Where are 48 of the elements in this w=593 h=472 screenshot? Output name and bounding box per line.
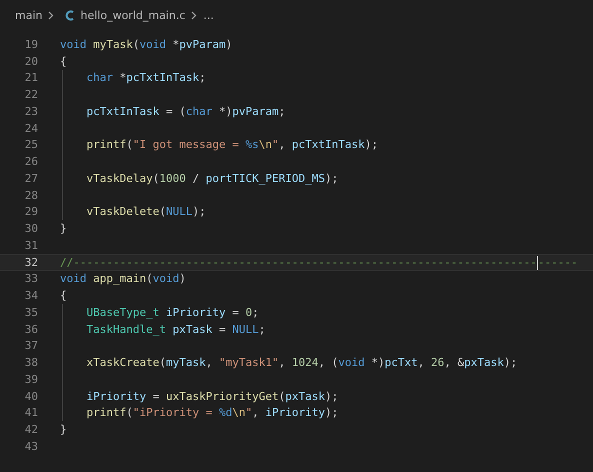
code-line: //---------------------------------------------------------------------------- xyxy=(60,254,578,270)
line-number: 31 xyxy=(24,238,38,253)
breadcrumb-folder[interactable]: main xyxy=(15,8,42,22)
breadcrumb-file[interactable]: hello_world_main.c xyxy=(80,8,186,22)
line-number: 42 xyxy=(24,422,38,438)
code-line: UBaseType_t iPriority = 0; xyxy=(86,304,259,320)
line-number: 30 xyxy=(24,221,38,236)
code-line: vTaskDelete(NULL); xyxy=(86,204,206,220)
line-number: 39 xyxy=(24,372,38,387)
code-line: TaskHandle_t pxTask = NULL; xyxy=(86,322,266,337)
line-number: 37 xyxy=(24,338,38,354)
code-line: void app_main(void) xyxy=(60,271,186,286)
code-line: { xyxy=(60,288,67,304)
line-number: 29 xyxy=(24,204,38,220)
code-line: printf("I got message = %s\n", pcTxtInTask); xyxy=(86,137,378,152)
code-line: xTaskCreate(myTask, "myTask1", 1024, (void *)pcTxt, 26, &pxTask); xyxy=(86,355,518,370)
line-number: 40 xyxy=(24,388,38,404)
code-line: printf("iPriority = %d\n", iPriority); xyxy=(86,405,338,420)
line-number: 33 xyxy=(24,271,38,286)
line-number: 35 xyxy=(24,304,38,320)
code-line: char *pcTxtInTask; xyxy=(86,70,206,86)
line-number: 36 xyxy=(24,322,38,337)
line-number: 41 xyxy=(24,405,38,420)
c-file-icon xyxy=(65,10,74,20)
code-line: iPriority = uxTaskPriorityGet(pxTask); xyxy=(86,388,338,404)
line-number: 21 xyxy=(24,70,38,86)
line-number: 43 xyxy=(24,438,38,454)
line-number: 34 xyxy=(24,288,38,304)
line-number: 28 xyxy=(24,188,38,203)
breadcrumb-more[interactable]: ... xyxy=(203,8,214,22)
code-line: pcTxtInTask = (char *)pvParam; xyxy=(86,104,286,119)
code-line: } xyxy=(60,422,67,438)
line-number: 26 xyxy=(24,154,38,170)
code-line: vTaskDelay(1000 / portTICK_PERIOD_MS); xyxy=(86,170,338,186)
code-line: { xyxy=(60,54,67,69)
line-number: 25 xyxy=(24,137,38,152)
line-number: 24 xyxy=(24,120,38,136)
line-number: 22 xyxy=(24,87,38,102)
code-line: void myTask(void *pvParam) xyxy=(60,36,232,52)
chevron-icon xyxy=(48,10,54,20)
line-number: 23 xyxy=(24,104,38,119)
chevron-icon xyxy=(191,10,198,20)
line-number: 32 xyxy=(24,254,38,270)
line-number: 20 xyxy=(24,54,38,69)
line-number: 38 xyxy=(24,355,38,370)
line-number: 27 xyxy=(24,170,38,186)
line-number: 19 xyxy=(24,36,38,52)
code-line: } xyxy=(60,221,67,236)
